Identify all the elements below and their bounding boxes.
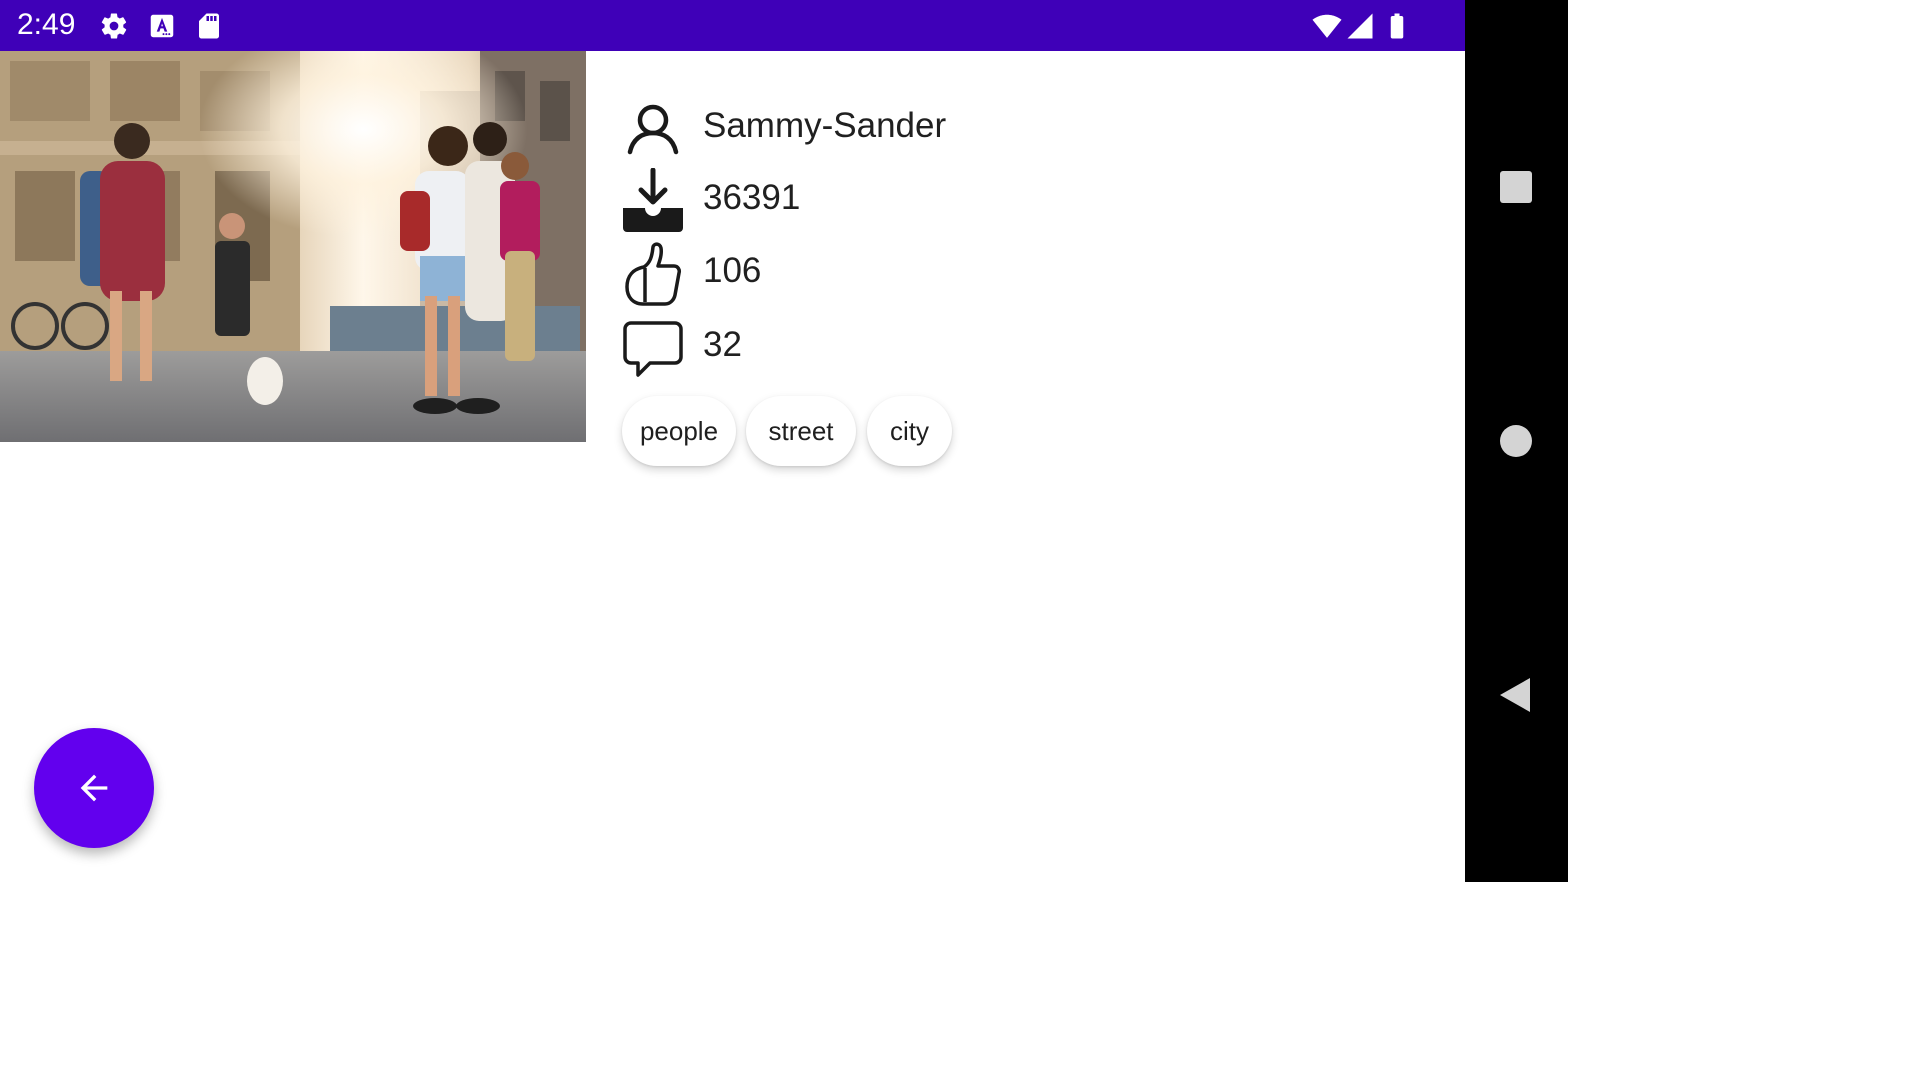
likes-count: 106 [703,251,762,290]
tag-chip-city[interactable]: city [867,396,952,466]
likes-row: 106 [620,241,1120,307]
recents-icon[interactable] [1496,167,1536,207]
status-bar: 2:49 [0,0,1465,51]
user-icon [627,104,679,155]
sd-card-icon [199,13,219,39]
author-row: Sammy-Sander [620,96,1120,162]
back-icon[interactable] [1496,675,1536,715]
author-name: Sammy-Sander [703,106,947,145]
signal-icon [1347,13,1373,39]
comments-count: 32 [703,325,742,364]
gear-icon [101,13,127,39]
downloads-count: 36391 [703,178,801,217]
screen: 2:49 Sammy-Sander 36391 106 32 people st… [0,0,1568,882]
comments-row: 32 [620,315,1120,381]
a-font-icon [150,14,174,38]
home-icon[interactable] [1496,421,1536,461]
downloads-row: 36391 [620,168,1120,234]
status-time: 2:49 [17,8,76,41]
thumbs-up-icon [625,242,681,306]
back-fab[interactable] [34,728,154,848]
comment-icon [623,321,683,377]
tag-chips: people street city [620,396,965,486]
tag-chip-street[interactable]: street [746,396,856,466]
street-photo[interactable] [0,51,586,442]
arrow-back-icon [80,774,108,802]
battery-icon [1390,13,1404,39]
wifi-icon [1312,14,1342,38]
tag-chip-people[interactable]: people [622,396,736,466]
download-icon [623,168,683,232]
